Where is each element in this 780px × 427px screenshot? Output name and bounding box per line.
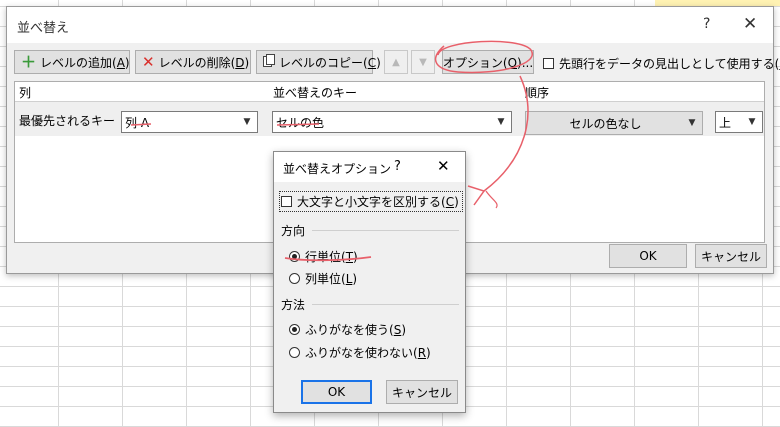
sort-dialog-title: 並べ替え — [17, 21, 70, 36]
use-furigana-radio[interactable]: ふりがなを使う(S) — [289, 321, 406, 338]
chevron-up-icon: ▲ — [392, 56, 400, 68]
sort-level-label: 最優先されるキー — [19, 114, 116, 128]
column-select[interactable]: 列 A ▼ — [121, 111, 258, 133]
sort-dialog-titlebar: 並べ替え ? ✕ — [7, 7, 773, 43]
options-label: オプション(O)... — [442, 55, 534, 70]
chevron-down-icon: ▼ — [748, 117, 756, 127]
sort-options-dialog: 並べ替えオプション ? ✕ 大文字と小文字を区別する(C) 方向 行単位(T) … — [273, 151, 466, 413]
case-sensitive-checkbox-box[interactable] — [281, 196, 292, 207]
orientation-label: 方向 — [281, 224, 306, 238]
position-select[interactable]: 上 ▼ — [715, 111, 763, 133]
sort-options-title: 並べ替えオプション — [283, 162, 392, 176]
help-icon[interactable]: ? — [703, 16, 710, 32]
sort-on-select[interactable]: セルの色 ▼ — [272, 111, 512, 133]
method-divider — [312, 304, 459, 305]
sort-on-select-value: セルの色 — [276, 115, 325, 130]
chevron-down-icon: ▼ — [419, 56, 427, 68]
chevron-down-icon: ▼ — [497, 117, 505, 127]
chevron-down-icon: ▼ — [688, 118, 696, 128]
sort-options-ok-button[interactable]: OK — [301, 380, 372, 404]
radio-selected-icon[interactable] — [289, 324, 300, 335]
copy-icon — [263, 53, 275, 71]
by-rows-radio[interactable]: 行単位(T) — [289, 248, 358, 265]
move-up-button[interactable]: ▲ — [384, 50, 408, 74]
no-furigana-radio[interactable]: ふりがなを使わない(R) — [289, 344, 431, 361]
use-furigana-label: ふりがなを使う(S) — [305, 323, 406, 337]
copy-level-label: レベルのコピー(C) — [279, 55, 381, 70]
header-row-checkbox-box[interactable] — [543, 58, 554, 69]
plus-icon: ＋ — [21, 52, 37, 71]
close-icon[interactable]: ✕ — [743, 14, 757, 34]
case-sensitive-checkbox[interactable]: 大文字と小文字を区別する(C) — [279, 191, 463, 212]
sort-options-cancel-button[interactable]: キャンセル — [386, 380, 458, 404]
column-header: 列 — [19, 86, 32, 100]
method-label: 方法 — [281, 298, 306, 312]
cell-color-select-value: セルの色なし — [569, 116, 642, 131]
radio-selected-icon[interactable] — [289, 251, 300, 262]
radio-icon[interactable] — [289, 347, 300, 358]
delete-level-button[interactable]: ✕ レベルの削除(D) — [135, 50, 251, 74]
column-select-value: 列 A — [125, 115, 150, 130]
help-icon[interactable]: ? — [394, 159, 401, 174]
case-sensitive-label: 大文字と小文字を区別する(C) — [297, 195, 459, 209]
sort-on-header: 並べ替えのキー — [273, 86, 358, 100]
no-furigana-label: ふりがなを使わない(R) — [305, 346, 431, 360]
by-rows-label: 行単位(T) — [305, 250, 358, 264]
order-header: 順序 — [525, 86, 550, 100]
header-row-checkbox-label: 先頭行をデータの見出しとして使用する(H) — [559, 57, 780, 71]
delete-level-label: レベルの削除(D) — [158, 55, 250, 70]
cancel-button[interactable]: キャンセル — [695, 244, 767, 268]
cell-color-select[interactable]: セルの色なし ▼ — [525, 111, 703, 135]
options-button[interactable]: オプション(O)... — [442, 50, 534, 74]
position-select-value: 上 — [719, 115, 732, 130]
sort-options-titlebar: 並べ替えオプション ? ✕ — [274, 152, 465, 182]
add-level-button[interactable]: ＋ レベルの追加(A) — [14, 50, 130, 74]
chevron-down-icon: ▼ — [243, 117, 251, 127]
ok-button[interactable]: OK — [609, 244, 687, 268]
add-level-label: レベルの追加(A) — [40, 55, 130, 70]
copy-level-button[interactable]: レベルのコピー(C) — [256, 50, 381, 74]
by-columns-radio[interactable]: 列単位(L) — [289, 270, 357, 287]
move-down-button[interactable]: ▼ — [411, 50, 435, 74]
radio-icon[interactable] — [289, 273, 300, 284]
header-row-checkbox[interactable]: 先頭行をデータの見出しとして使用する(H) — [543, 55, 780, 72]
x-icon: ✕ — [142, 52, 155, 71]
close-icon[interactable]: ✕ — [437, 157, 450, 175]
by-columns-label: 列単位(L) — [305, 272, 358, 286]
orientation-divider — [312, 230, 459, 231]
